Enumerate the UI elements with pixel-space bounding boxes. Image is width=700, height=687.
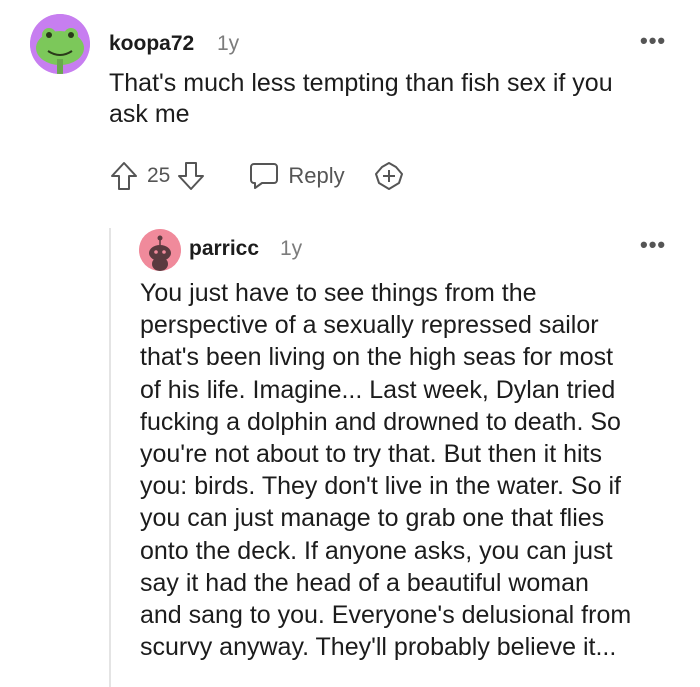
comment-line: onto the deck. If anyone asks, you can j… bbox=[140, 536, 613, 565]
comment-line: That's much less tempting than fish sex … bbox=[109, 69, 613, 97]
comment-line: you're not about to try that. But then i… bbox=[140, 440, 602, 469]
comment-line: and sang to you. Everyone's delusional f… bbox=[140, 601, 632, 630]
username[interactable]: parricc bbox=[189, 237, 259, 261]
comment-line: scurvy anyway. They'll probably believe … bbox=[140, 633, 617, 662]
comment-body: You just have to see things from the per… bbox=[140, 277, 690, 663]
comment-body: That's much less tempting than fish sex … bbox=[109, 68, 679, 130]
snoo-avatar-icon[interactable] bbox=[139, 229, 181, 271]
upvote-icon[interactable] bbox=[109, 160, 139, 192]
comment-line: you can just manage to grab one that fli… bbox=[140, 504, 605, 533]
comment-line: fucking a dolphin and drowned to death. … bbox=[140, 407, 621, 436]
comment-koopa72: koopa72 1y ••• That's much less tempting… bbox=[0, 0, 700, 215]
vote-count: 25 bbox=[147, 164, 171, 187]
more-options-icon[interactable]: ••• bbox=[640, 30, 666, 52]
username[interactable]: koopa72 bbox=[109, 32, 194, 56]
comment-line: you: birds. They don't live in the water… bbox=[140, 472, 621, 501]
comment-line: perspective of a sexually repressed sail… bbox=[140, 311, 599, 340]
reply-label: Reply bbox=[288, 163, 345, 188]
comment-line: You just have to see things from the bbox=[140, 279, 537, 307]
comment-age: 1y bbox=[280, 237, 303, 260]
comment-actions: 25 Reply bbox=[109, 158, 405, 194]
downvote-icon[interactable] bbox=[176, 160, 206, 192]
more-options-icon[interactable]: ••• bbox=[640, 234, 666, 256]
comment-line: of his life. Imagine... Last week, Dylan… bbox=[140, 375, 616, 404]
frog-avatar-icon[interactable] bbox=[30, 14, 90, 74]
reply-button[interactable]: Reply bbox=[248, 161, 345, 191]
comment-age: 1y bbox=[217, 32, 240, 55]
award-icon[interactable] bbox=[373, 160, 405, 192]
comment-bubble-icon bbox=[250, 163, 279, 189]
comment-line: say it had the head of a beautiful woman bbox=[140, 568, 589, 597]
comment-line: that's been living on the high seas for … bbox=[140, 343, 614, 372]
comment-line: ask me bbox=[109, 100, 190, 128]
thread-line[interactable] bbox=[109, 228, 111, 687]
